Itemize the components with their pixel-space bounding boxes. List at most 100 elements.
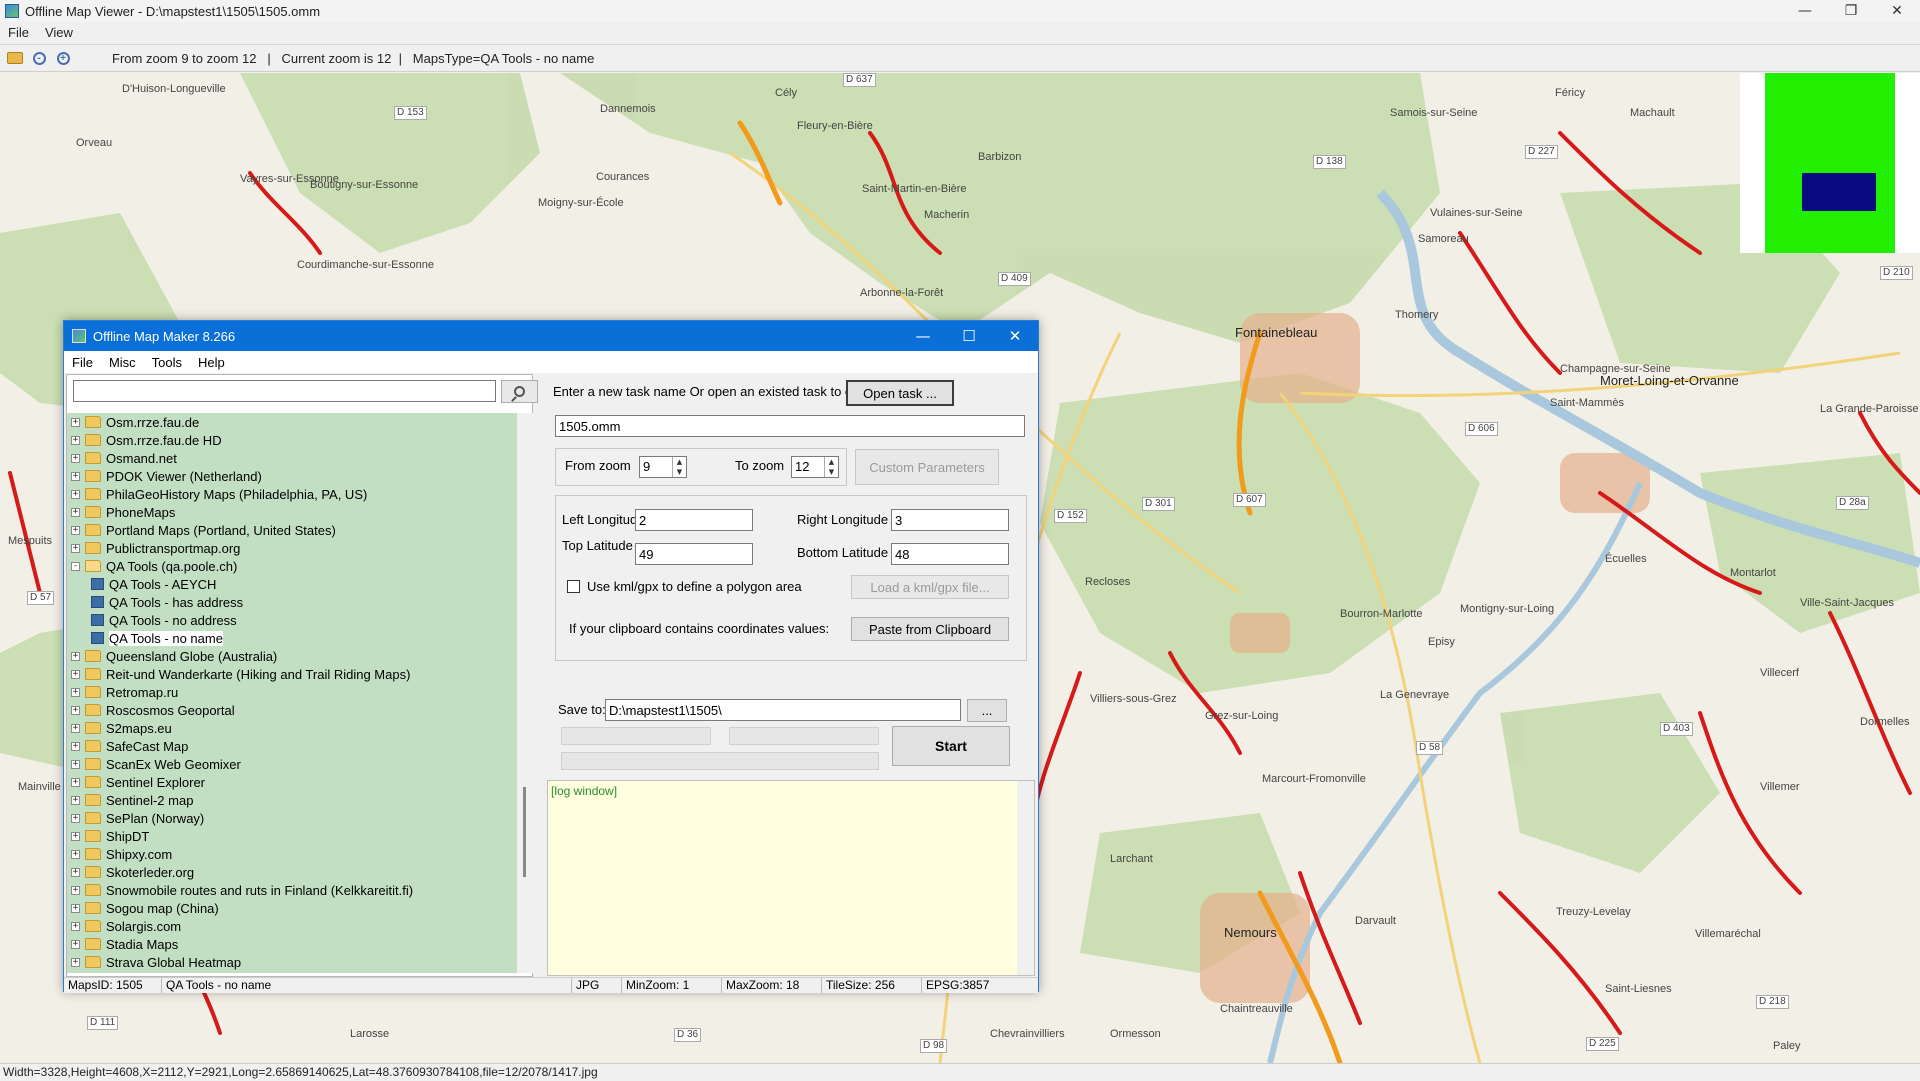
tree-item[interactable]: + Osm.rrze.fau.de HD [67,431,534,449]
tree-item[interactable]: + Reit-und Wanderkarte (Hiking and Trail … [67,665,534,683]
spinner-arrows-icon[interactable]: ▲ ▼ [824,457,838,477]
kml-checkbox[interactable] [567,580,580,593]
log-window[interactable]: [log window] [547,780,1035,976]
expand-icon[interactable]: + [71,777,80,787]
tree-item[interactable]: + Snowmobile routes and ruts in Finland (… [67,881,534,899]
tree-item[interactable]: QA Tools - no name [67,629,534,647]
expand-icon[interactable]: + [71,759,80,769]
spinner-arrows-icon[interactable]: ▲ ▼ [672,457,686,477]
tree-item[interactable]: + Queensland Globe (Australia) [67,647,534,665]
task-name-input[interactable] [555,415,1025,437]
expand-icon[interactable]: + [71,507,80,517]
tree-item[interactable]: + SafeCast Map [67,737,534,755]
tree-item[interactable]: + Sentinel Explorer [67,773,534,791]
search-button[interactable] [501,380,538,403]
browse-button[interactable]: ... [967,699,1007,722]
save-to-input[interactable] [605,699,961,721]
scrollbar-thumb[interactable] [523,787,526,877]
zoom-in-icon[interactable]: + [54,49,72,67]
dialog-titlebar[interactable]: Offline Map Maker 8.266 — ☐ ✕ [64,321,1038,351]
tree-item[interactable]: + Solargis.com [67,917,534,935]
tree-item[interactable]: + Stadia Maps [67,935,534,953]
tree-item[interactable]: + Retromap.ru [67,683,534,701]
minimize-icon[interactable]: — [900,321,946,351]
close-icon[interactable]: ✕ [1874,0,1920,22]
to-zoom-spinner[interactable]: 12 ▲ ▼ [791,456,839,478]
expand-icon[interactable]: + [71,867,80,877]
left-longitude-input[interactable] [635,509,753,531]
expand-icon[interactable]: + [71,831,80,841]
expand-icon[interactable]: + [71,741,80,751]
expand-icon[interactable]: + [71,417,80,427]
tree-item[interactable]: + Shipxy.com [67,845,534,863]
maximize-icon[interactable]: ☐ [946,321,992,351]
collapse-icon[interactable]: - [71,561,80,571]
tree-item[interactable]: + PDOK Viewer (Netherland) [67,467,534,485]
custom-parameters-button[interactable]: Custom Parameters [855,449,999,485]
expand-icon[interactable]: + [71,669,80,679]
expand-icon[interactable]: + [71,489,80,499]
start-button[interactable]: Start [892,726,1010,766]
load-kml-button[interactable]: Load a kml/gpx file... [851,575,1009,599]
expand-icon[interactable]: + [71,939,80,949]
top-latitude-input[interactable] [635,543,753,565]
expand-icon[interactable]: + [71,705,80,715]
menu-view[interactable]: View [37,25,81,40]
tree-item[interactable]: + ScanEx Web Geomixer [67,755,534,773]
expand-icon[interactable]: + [71,435,80,445]
expand-icon[interactable]: + [71,651,80,661]
menu-help[interactable]: Help [190,355,233,370]
tree-item[interactable]: + Roscosmos Geoportal [67,701,534,719]
tree-item[interactable]: + SePlan (Norway) [67,809,534,827]
overview-minimap[interactable] [1740,73,1920,253]
log-scrollbar[interactable] [1017,781,1034,975]
bottom-latitude-input[interactable] [891,543,1009,565]
tree-item[interactable]: + ShipDT [67,827,534,845]
tree-item[interactable]: + Osmand.net [67,449,534,467]
tree-item[interactable]: + Strava Global Heatmap [67,953,534,971]
from-zoom-spinner[interactable]: 9 ▲ ▼ [639,456,687,478]
tree-item[interactable]: + Sogou map (China) [67,899,534,917]
paste-from-clipboard-button[interactable]: Paste from Clipboard [851,617,1009,641]
expand-icon[interactable]: + [71,921,80,931]
tree-item[interactable]: + Osm.rrze.fau.de [67,413,534,431]
tree-item[interactable]: + PhoneMaps [67,503,534,521]
tree-item[interactable]: + Portland Maps (Portland, United States) [67,521,534,539]
expand-icon[interactable]: + [71,543,80,553]
tree-item[interactable]: + PhilaGeoHistory Maps (Philadelphia, PA,… [67,485,534,503]
search-input[interactable] [73,380,496,402]
zoom-out-icon[interactable]: - [30,49,48,67]
expand-icon[interactable]: + [71,813,80,823]
tree-item[interactable]: + S2maps.eu [67,719,534,737]
tree-item[interactable]: QA Tools - no address [67,611,534,629]
overview-viewport-indicator[interactable] [1802,173,1876,211]
open-folder-icon[interactable] [6,49,24,67]
menu-misc[interactable]: Misc [101,355,144,370]
open-task-button[interactable]: Open task ... [846,380,954,406]
expand-icon[interactable]: + [71,903,80,913]
expand-icon[interactable]: + [71,525,80,535]
expand-icon[interactable]: + [71,885,80,895]
tree-item[interactable]: + Skoterleder.org [67,863,534,881]
expand-icon[interactable]: + [71,849,80,859]
tree-item[interactable]: + Sentinel-2 map [67,791,534,809]
expand-icon[interactable]: + [71,453,80,463]
tree-item[interactable]: + Publictransportmap.org [67,539,534,557]
tree-item[interactable]: - QA Tools (qa.poole.ch) [67,557,534,575]
restore-icon[interactable]: ❐ [1828,0,1874,22]
menu-tools[interactable]: Tools [144,355,190,370]
close-icon[interactable]: ✕ [992,321,1038,351]
expand-icon[interactable]: + [71,957,80,967]
menu-file[interactable]: File [64,355,101,370]
tree-item[interactable]: QA Tools - AEYCH [67,575,534,593]
menu-file[interactable]: File [0,25,37,40]
expand-icon[interactable]: + [71,795,80,805]
expand-icon[interactable]: + [71,687,80,697]
right-longitude-input[interactable] [891,509,1009,531]
expand-icon[interactable]: + [71,723,80,733]
minimize-icon[interactable]: — [1782,0,1828,22]
expand-icon[interactable]: + [71,471,80,481]
tree-scrollbar[interactable] [517,413,534,973]
tree-item[interactable]: QA Tools - has address [67,593,534,611]
map-source-tree[interactable]: + Osm.rrze.fau.de + Osm.rrze.fau.de HD + Osma… [67,413,534,973]
